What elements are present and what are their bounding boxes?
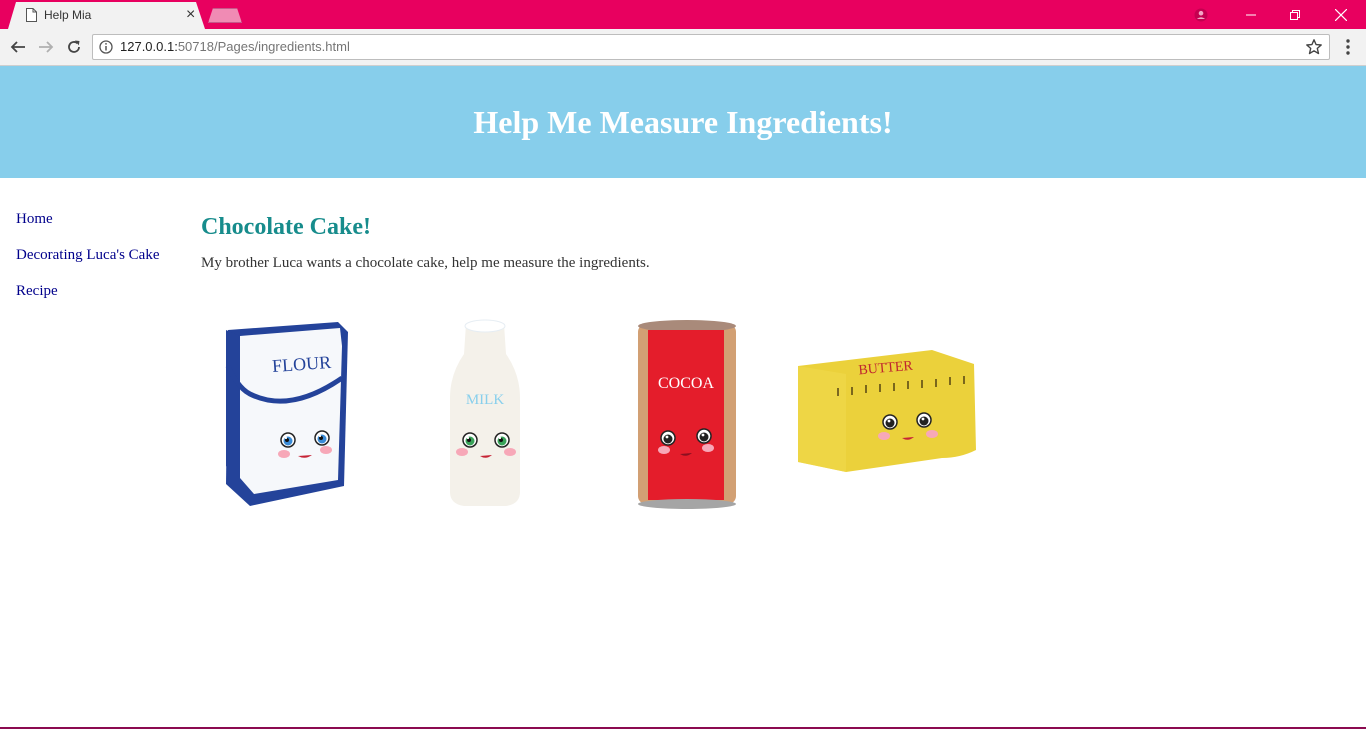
profile-icon[interactable] — [1178, 0, 1224, 29]
cocoa-label: COCOA — [658, 375, 714, 392]
section-heading: Chocolate Cake! — [201, 214, 371, 240]
page-title: Help Me Measure Ingredients! — [473, 103, 893, 140]
menu-dots-icon[interactable] — [1340, 38, 1356, 56]
tab-title: Help Mia — [44, 8, 92, 22]
flour-bag-icon[interactable]: FLOUR — [220, 316, 360, 512]
new-tab-button[interactable] — [208, 8, 242, 23]
sidebar-link-home[interactable]: Home — [16, 210, 159, 229]
butter-block-icon[interactable]: BUTTER — [792, 346, 982, 508]
sidebar-link-recipe[interactable]: Recipe — [16, 282, 159, 301]
url-path: 50718/Pages/ingredients.html — [177, 39, 350, 54]
forward-arrow-icon[interactable] — [34, 35, 58, 59]
back-arrow-icon[interactable] — [6, 35, 30, 59]
sidebar-nav: Home Decorating Luca's Cake Recipe — [16, 210, 159, 318]
reload-icon[interactable] — [62, 35, 86, 59]
restore-icon[interactable] — [1272, 0, 1318, 29]
browser-titlebar: Help Mia × — [0, 0, 1366, 29]
address-bar[interactable]: 127.0.0.1:50718/Pages/ingredients.html — [92, 34, 1330, 60]
page-header: Help Me Measure Ingredients! — [0, 66, 1366, 178]
flour-label: FLOUR — [271, 352, 331, 376]
page-icon — [26, 8, 37, 22]
sidebar-link-decorating[interactable]: Decorating Luca's Cake — [16, 246, 159, 265]
browser-tab[interactable]: Help Mia × — [8, 2, 205, 29]
tab-close-icon[interactable]: × — [186, 5, 195, 25]
milk-label: MILK — [466, 392, 504, 408]
cocoa-can-icon[interactable]: COCOA — [634, 316, 740, 512]
main-content: Chocolate Cake! My brother Luca wants a … — [201, 212, 1341, 272]
bookmark-star-icon[interactable] — [1305, 38, 1323, 56]
url-host: 127.0.0.1: — [120, 39, 178, 54]
close-window-icon[interactable] — [1318, 0, 1364, 29]
ingredient-list: FLOUR MILK COCOA BUTTER — [220, 316, 990, 516]
minimize-icon[interactable] — [1228, 0, 1274, 29]
info-icon[interactable] — [99, 40, 113, 54]
browser-toolbar: 127.0.0.1:50718/Pages/ingredients.html — [0, 29, 1366, 66]
intro-text: My brother Luca wants a chocolate cake, … — [201, 255, 650, 271]
url-text: 127.0.0.1:50718/Pages/ingredients.html — [120, 39, 350, 54]
milk-bottle-icon[interactable]: MILK — [440, 316, 530, 512]
